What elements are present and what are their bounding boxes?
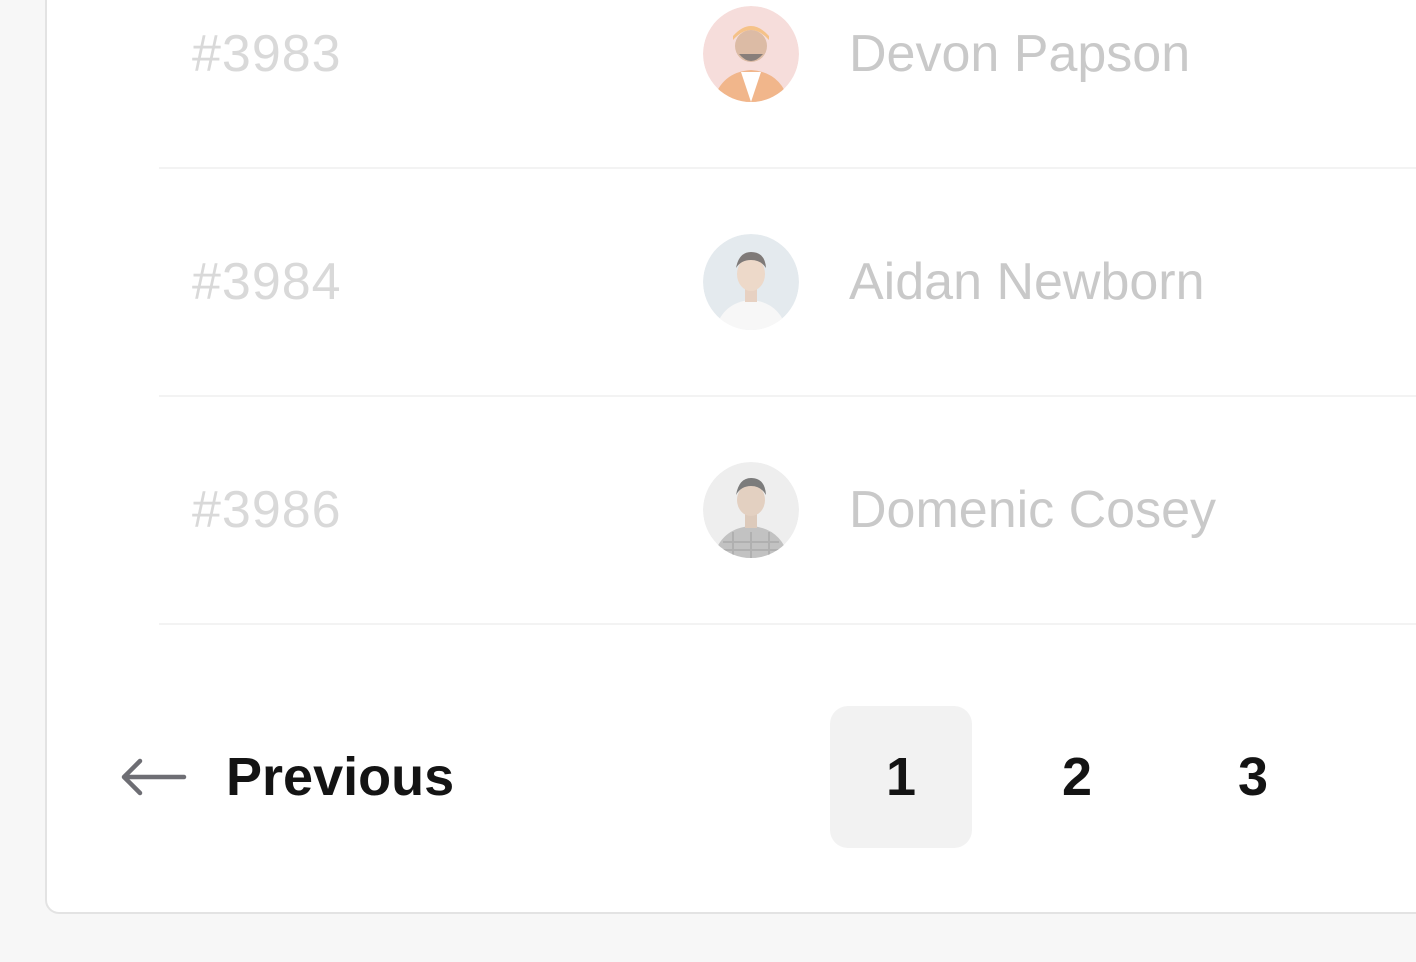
avatar — [703, 462, 799, 558]
row-name: Domenic Cosey — [849, 481, 1217, 539]
avatar — [703, 234, 799, 330]
row-id: #3986 — [192, 481, 342, 539]
previous-label: Previous — [226, 747, 455, 807]
page-number: 3 — [1237, 747, 1269, 807]
page-number: 1 — [885, 747, 917, 807]
table-row[interactable]: #3983 Devon Papson — [159, 0, 1416, 169]
page-number: 2 — [1061, 747, 1093, 807]
page-button-1[interactable]: 1 — [830, 706, 972, 848]
row-id: #3983 — [192, 25, 342, 83]
table-row[interactable]: #3986 Domenic Cosey — [159, 397, 1416, 625]
row-name: Devon Papson — [849, 25, 1191, 83]
pagination: Previous 1 2 3 — [112, 700, 1416, 850]
table-row[interactable]: #3984 Aidan Newborn — [159, 169, 1416, 397]
page-button-2[interactable]: 2 — [1006, 706, 1148, 848]
previous-button[interactable]: Previous — [112, 747, 454, 807]
arrow-left-icon — [121, 758, 187, 796]
row-name: Aidan Newborn — [849, 253, 1205, 311]
avatar — [703, 6, 799, 102]
row-id: #3984 — [192, 253, 342, 311]
page-button-3[interactable]: 3 — [1182, 706, 1324, 848]
